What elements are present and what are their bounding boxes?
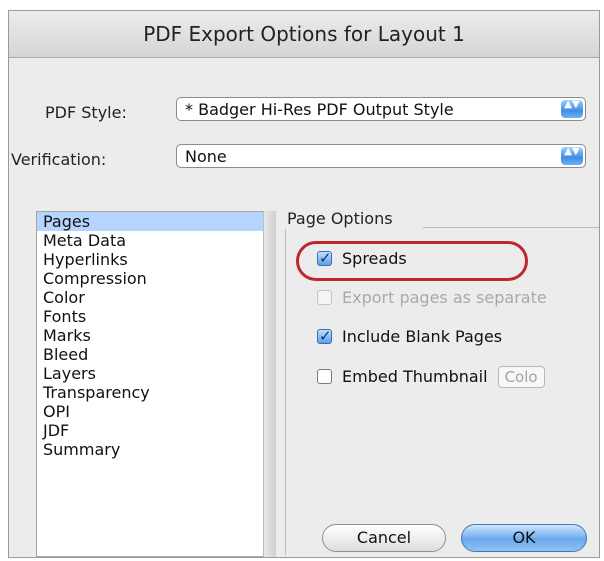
ok-button[interactable]: OK [461, 524, 587, 552]
category-item-compression[interactable]: Compression [37, 269, 265, 288]
spreads-highlight-ring [296, 241, 528, 281]
category-item-pages[interactable]: Pages [37, 212, 265, 231]
export-separate-checkbox [317, 290, 332, 305]
category-item-bleed[interactable]: Bleed [37, 345, 265, 364]
page-options-title: Page Options [287, 209, 393, 228]
category-item-transparency[interactable]: Transparency [37, 383, 265, 402]
category-item-color[interactable]: Color [37, 288, 265, 307]
popup-stepper-icon: ▲▼ [561, 147, 583, 165]
category-item-jdf[interactable]: JDF [37, 421, 265, 440]
category-item-opi[interactable]: OPI [37, 402, 265, 421]
embed-thumbnail-option[interactable]: Embed Thumbnail Colo [317, 366, 545, 388]
category-list[interactable]: Pages Meta Data Hyperlinks Compression C… [36, 211, 266, 557]
verification-label: Verification: [11, 150, 107, 169]
category-list-scrollbar[interactable] [263, 211, 276, 557]
category-item-fonts[interactable]: Fonts [37, 307, 265, 326]
category-item-hyperlinks[interactable]: Hyperlinks [37, 250, 265, 269]
dialog-title: PDF Export Options for Layout 1 [9, 11, 599, 58]
cancel-button[interactable]: Cancel [322, 524, 446, 552]
group-divider [423, 227, 599, 228]
pdf-style-popup[interactable]: * Badger Hi-Res PDF Output Style ▲▼ [176, 97, 586, 121]
verification-popup[interactable]: None ▲▼ [176, 144, 586, 168]
embed-thumbnail-checkbox[interactable] [317, 369, 332, 384]
verification-value: None [185, 147, 227, 166]
pdf-export-dialog: PDF Export Options for Layout 1 PDF Styl… [8, 10, 600, 558]
export-separate-option: Export pages as separate [317, 287, 547, 309]
thumbnail-color-popup: Colo [497, 366, 545, 388]
popup-stepper-icon: ▲▼ [561, 100, 583, 118]
category-item-summary[interactable]: Summary [37, 440, 265, 459]
category-item-marks[interactable]: Marks [37, 326, 265, 345]
pdf-style-value: * Badger Hi-Res PDF Output Style [185, 100, 454, 119]
include-blank-option[interactable]: Include Blank Pages [317, 325, 503, 348]
pdf-style-label: PDF Style: [45, 103, 127, 122]
export-separate-label: Export pages as separate [342, 288, 547, 307]
include-blank-label: Include Blank Pages [342, 327, 503, 346]
include-blank-checkbox[interactable] [317, 325, 332, 347]
category-item-meta-data[interactable]: Meta Data [37, 231, 265, 250]
category-item-layers[interactable]: Layers [37, 364, 265, 383]
embed-thumbnail-label: Embed Thumbnail [342, 367, 488, 386]
